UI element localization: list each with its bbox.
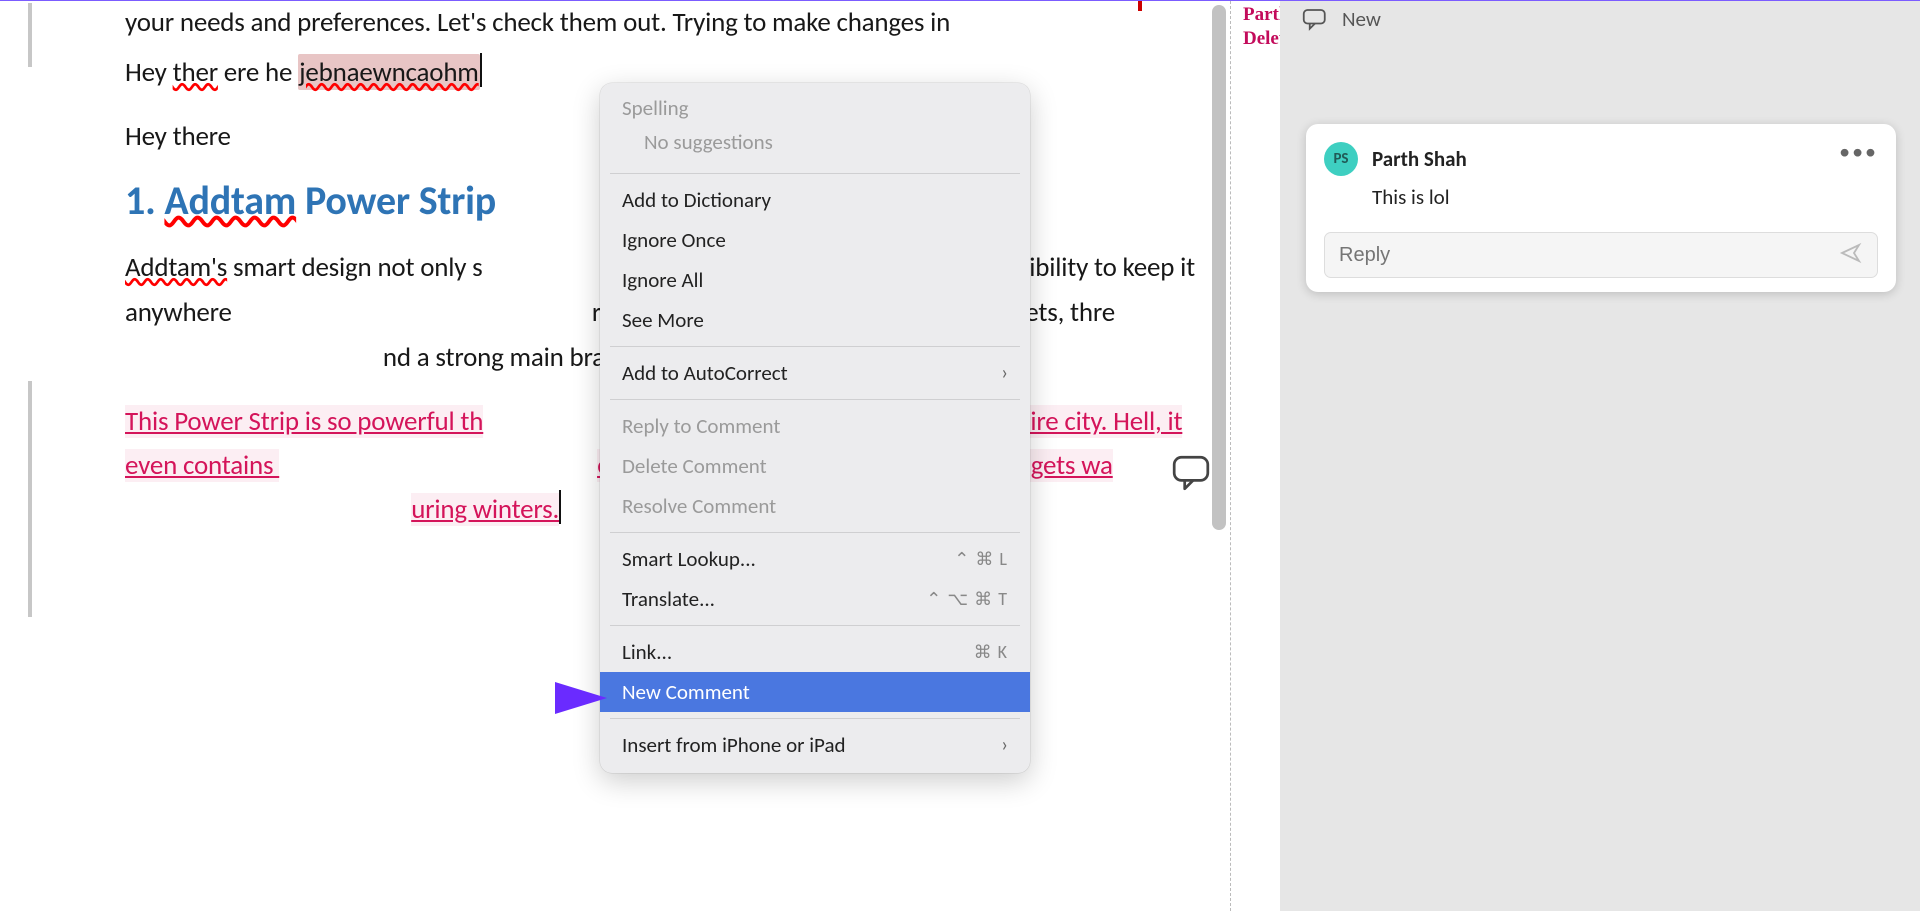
avatar: PS <box>1324 142 1358 176</box>
text: New Comment <box>622 679 750 705</box>
comment-text: This is lol <box>1372 184 1878 210</box>
text: Insert from iPhone or iPad <box>622 732 846 758</box>
misspelled-word: Addtam <box>164 176 296 225</box>
comments-panel: New ••• PS Parth Shah This is lol <box>1280 1 1920 911</box>
shortcut: ⌃ ⌥ ⌘ T <box>926 588 1008 610</box>
text: Power Strip <box>296 176 496 225</box>
ctx-link[interactable]: Link... ⌘ K <box>600 632 1030 672</box>
ctx-reply-to-comment: Reply to Comment <box>600 406 1030 446</box>
ctx-header-spelling: Spelling <box>600 91 1030 125</box>
ctx-see-more[interactable]: See More <box>600 300 1030 340</box>
ctx-no-suggestions: No suggestions <box>600 125 1030 167</box>
ctx-translate[interactable]: Translate... ⌃ ⌥ ⌘ T <box>600 579 1030 619</box>
comments-toolbar: New <box>1280 1 1920 46</box>
context-menu: Spelling No suggestions Add to Dictionar… <box>600 83 1030 773</box>
ctx-smart-lookup[interactable]: Smart Lookup... ⌃ ⌘ L <box>600 539 1030 579</box>
text: Spelling <box>622 95 689 121</box>
chevron-right-icon: › <box>1001 733 1008 757</box>
reply-input[interactable] <box>1339 244 1839 267</box>
chevron-right-icon: › <box>1001 361 1008 385</box>
ctx-separator <box>610 625 1020 626</box>
text: Reply to Comment <box>622 413 780 439</box>
text: Delete Comment <box>622 453 767 479</box>
ctx-resolve-comment: Resolve Comment <box>600 486 1030 526</box>
reply-box[interactable] <box>1324 232 1878 278</box>
comment-indicator-icon[interactable] <box>1170 451 1212 493</box>
ctx-delete-comment: Delete Comment <box>600 446 1030 486</box>
new-comment-icon[interactable] <box>1300 4 1330 34</box>
ctx-separator <box>610 718 1020 719</box>
text: Resolve Comment <box>622 493 776 519</box>
comment-header: PS Parth Shah <box>1324 142 1878 176</box>
text: your needs and preferences. Let's check … <box>125 6 950 39</box>
shortcut: ⌃ ⌘ L <box>954 548 1008 570</box>
text: smart design not only s <box>227 251 482 284</box>
misspelled-word: ther <box>173 56 218 89</box>
ctx-ignore-once[interactable]: Ignore Once <box>600 220 1030 260</box>
text-caret <box>559 490 561 524</box>
send-icon[interactable] <box>1839 241 1863 270</box>
text: Hey <box>125 56 173 89</box>
shortcut: ⌘ K <box>974 641 1008 663</box>
ctx-add-to-autocorrect[interactable]: Add to AutoCorrect › <box>600 353 1030 393</box>
selected-misspelled-word[interactable]: jebnaewncaohm <box>298 54 480 90</box>
text: Hey there <box>125 120 231 153</box>
ctx-separator <box>610 346 1020 347</box>
vertical-scrollbar[interactable] <box>1212 3 1228 528</box>
text: Translate... <box>622 586 715 612</box>
ctx-add-to-dictionary[interactable]: Add to Dictionary <box>600 180 1030 220</box>
scroll-thumb[interactable] <box>1212 5 1226 530</box>
text: ere he <box>218 56 298 89</box>
text-caret <box>480 53 482 87</box>
annotation-arrow-icon <box>375 679 610 717</box>
text: Add to AutoCorrect <box>622 360 788 386</box>
track-changes-column: Parth Delete <box>1230 1 1280 911</box>
ctx-separator <box>610 399 1020 400</box>
text: Ignore All <box>622 267 703 293</box>
inserted-text: uring winters. <box>411 493 559 526</box>
text: Add to Dictionary <box>622 187 771 213</box>
app-root: your needs and preferences. Let's check … <box>0 1 1920 911</box>
new-comment-label[interactable]: New <box>1342 6 1381 32</box>
text: See More <box>622 307 704 333</box>
ctx-ignore-all[interactable]: Ignore All <box>600 260 1030 300</box>
misspelled-word: Addtam's <box>125 251 227 284</box>
document-area[interactable]: your needs and preferences. Let's check … <box>0 1 1230 911</box>
ctx-new-comment[interactable]: New Comment <box>600 672 1030 712</box>
text: Ignore Once <box>622 227 726 253</box>
comment-author: Parth Shah <box>1372 146 1467 172</box>
inserted-text: This Power Strip is so powerful th <box>125 405 483 438</box>
para-0: your needs and preferences. Let's check … <box>125 1 1200 45</box>
text: No suggestions <box>644 129 773 155</box>
text: Link... <box>622 639 672 665</box>
ctx-insert-from-iphone[interactable]: Insert from iPhone or iPad › <box>600 725 1030 765</box>
ctx-separator <box>610 173 1020 174</box>
comment-more-icon[interactable]: ••• <box>1839 138 1878 165</box>
ctx-separator <box>610 532 1020 533</box>
text: 1. <box>125 176 164 225</box>
comment-card[interactable]: ••• PS Parth Shah This is lol <box>1306 124 1896 292</box>
text: Smart Lookup... <box>622 546 756 572</box>
